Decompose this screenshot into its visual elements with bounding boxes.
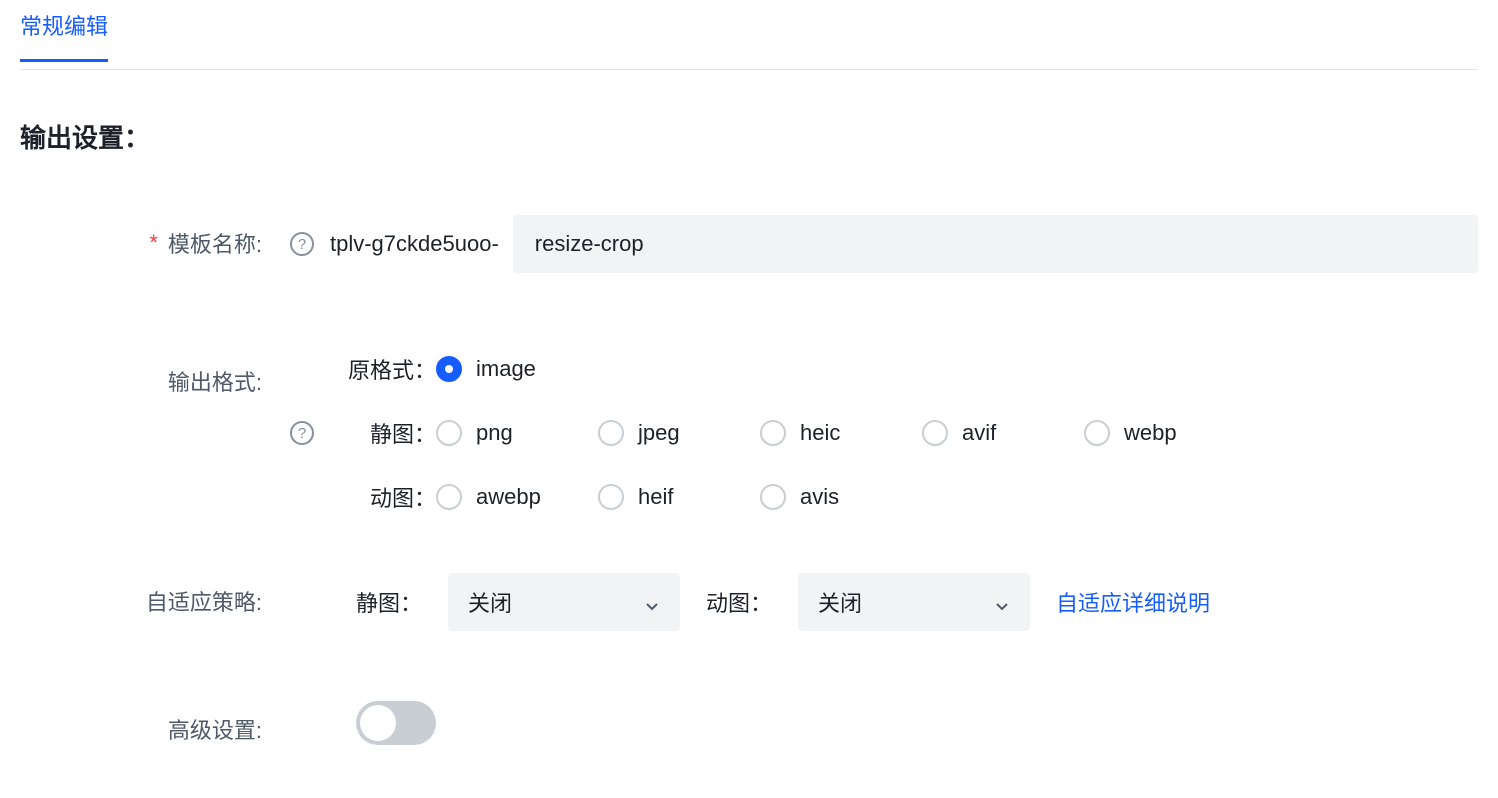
radio-circle-jpeg bbox=[598, 420, 624, 446]
original-format-label: 原格式： bbox=[330, 353, 436, 385]
radio-heif[interactable]: heif bbox=[598, 484, 760, 510]
chevron-down-icon bbox=[644, 594, 660, 610]
format-line-static: 静图： png jpeg heic bbox=[330, 417, 1246, 449]
radio-circle-avis bbox=[760, 484, 786, 510]
radio-png[interactable]: png bbox=[436, 420, 598, 446]
label-template-name: * 模板名称: bbox=[20, 215, 290, 271]
radio-circle-heic bbox=[760, 420, 786, 446]
radio-group-animated: awebp heif avis bbox=[436, 484, 922, 510]
radio-avif[interactable]: avif bbox=[922, 420, 1084, 446]
row-template-name: * 模板名称: ? tplv-g7ckde5uoo- bbox=[20, 215, 1478, 273]
help-icon[interactable]: ? bbox=[290, 421, 314, 445]
radio-heic[interactable]: heic bbox=[760, 420, 922, 446]
select-adaptive-animated-value: 关闭 bbox=[818, 586, 862, 618]
radio-circle-awebp bbox=[436, 484, 462, 510]
radio-label-image: image bbox=[476, 356, 536, 382]
format-section: 原格式： image 静图： png jp bbox=[330, 353, 1246, 513]
format-line-original: 原格式： image bbox=[330, 353, 1246, 385]
radio-label-heif: heif bbox=[638, 484, 673, 510]
row-adaptive-strategy: 自适应策略: 静图： 关闭 动图： 关闭 自适应详细说明 bbox=[20, 573, 1478, 631]
required-asterisk: * bbox=[149, 230, 158, 256]
radio-group-static: png jpeg heic avif bbox=[436, 420, 1246, 446]
animated-format-label: 动图： bbox=[330, 481, 436, 513]
section-title-output: 输出设置： bbox=[20, 118, 1478, 155]
radio-group-original: image bbox=[436, 356, 598, 382]
radio-awebp[interactable]: awebp bbox=[436, 484, 598, 510]
radio-label-awebp: awebp bbox=[476, 484, 541, 510]
radio-label-heic: heic bbox=[800, 420, 840, 446]
radio-label-webp: webp bbox=[1124, 420, 1177, 446]
radio-webp[interactable]: webp bbox=[1084, 420, 1246, 446]
tabs-bar: 常规编辑 bbox=[20, 0, 1478, 70]
select-adaptive-animated[interactable]: 关闭 bbox=[798, 573, 1030, 631]
row-advanced-settings: 高级设置: bbox=[20, 701, 1478, 757]
label-output-format-text: 输出格式: bbox=[168, 365, 262, 397]
adaptive-detail-link[interactable]: 自适应详细说明 bbox=[1056, 586, 1210, 618]
label-template-name-text: 模板名称: bbox=[168, 227, 262, 259]
label-advanced-settings-text: 高级设置: bbox=[168, 713, 262, 745]
label-advanced-settings: 高级设置: bbox=[20, 701, 290, 757]
chevron-down-icon bbox=[994, 594, 1010, 610]
tab-general-edit[interactable]: 常规编辑 bbox=[20, 9, 108, 61]
select-adaptive-static-value: 关闭 bbox=[468, 586, 512, 618]
radio-label-avif: avif bbox=[962, 420, 996, 446]
template-name-input[interactable] bbox=[513, 215, 1478, 273]
row-output-format: 输出格式: ? 原格式： image 静图： png bbox=[20, 353, 1478, 513]
radio-label-png: png bbox=[476, 420, 513, 446]
label-adaptive-strategy-text: 自适应策略: bbox=[146, 585, 262, 617]
radio-circle-image bbox=[436, 356, 462, 382]
toggle-advanced-settings[interactable] bbox=[356, 701, 436, 745]
radio-avis[interactable]: avis bbox=[760, 484, 922, 510]
radio-jpeg[interactable]: jpeg bbox=[598, 420, 760, 446]
static-format-label: 静图： bbox=[330, 417, 436, 449]
radio-circle-png bbox=[436, 420, 462, 446]
label-output-format: 输出格式: bbox=[20, 353, 290, 409]
radio-circle-webp bbox=[1084, 420, 1110, 446]
template-name-prefix: tplv-g7ckde5uoo- bbox=[330, 231, 499, 257]
label-adaptive-strategy: 自适应策略: bbox=[20, 573, 290, 629]
help-icon[interactable]: ? bbox=[290, 232, 314, 256]
radio-circle-avif bbox=[922, 420, 948, 446]
adaptive-animated-label: 动图： bbox=[706, 586, 772, 618]
radio-circle-heif bbox=[598, 484, 624, 510]
select-adaptive-static[interactable]: 关闭 bbox=[448, 573, 680, 631]
adaptive-static-label: 静图： bbox=[356, 586, 422, 618]
radio-label-jpeg: jpeg bbox=[638, 420, 680, 446]
format-line-animated: 动图： awebp heif avis bbox=[330, 481, 1246, 513]
radio-image[interactable]: image bbox=[436, 356, 598, 382]
radio-label-avis: avis bbox=[800, 484, 839, 510]
